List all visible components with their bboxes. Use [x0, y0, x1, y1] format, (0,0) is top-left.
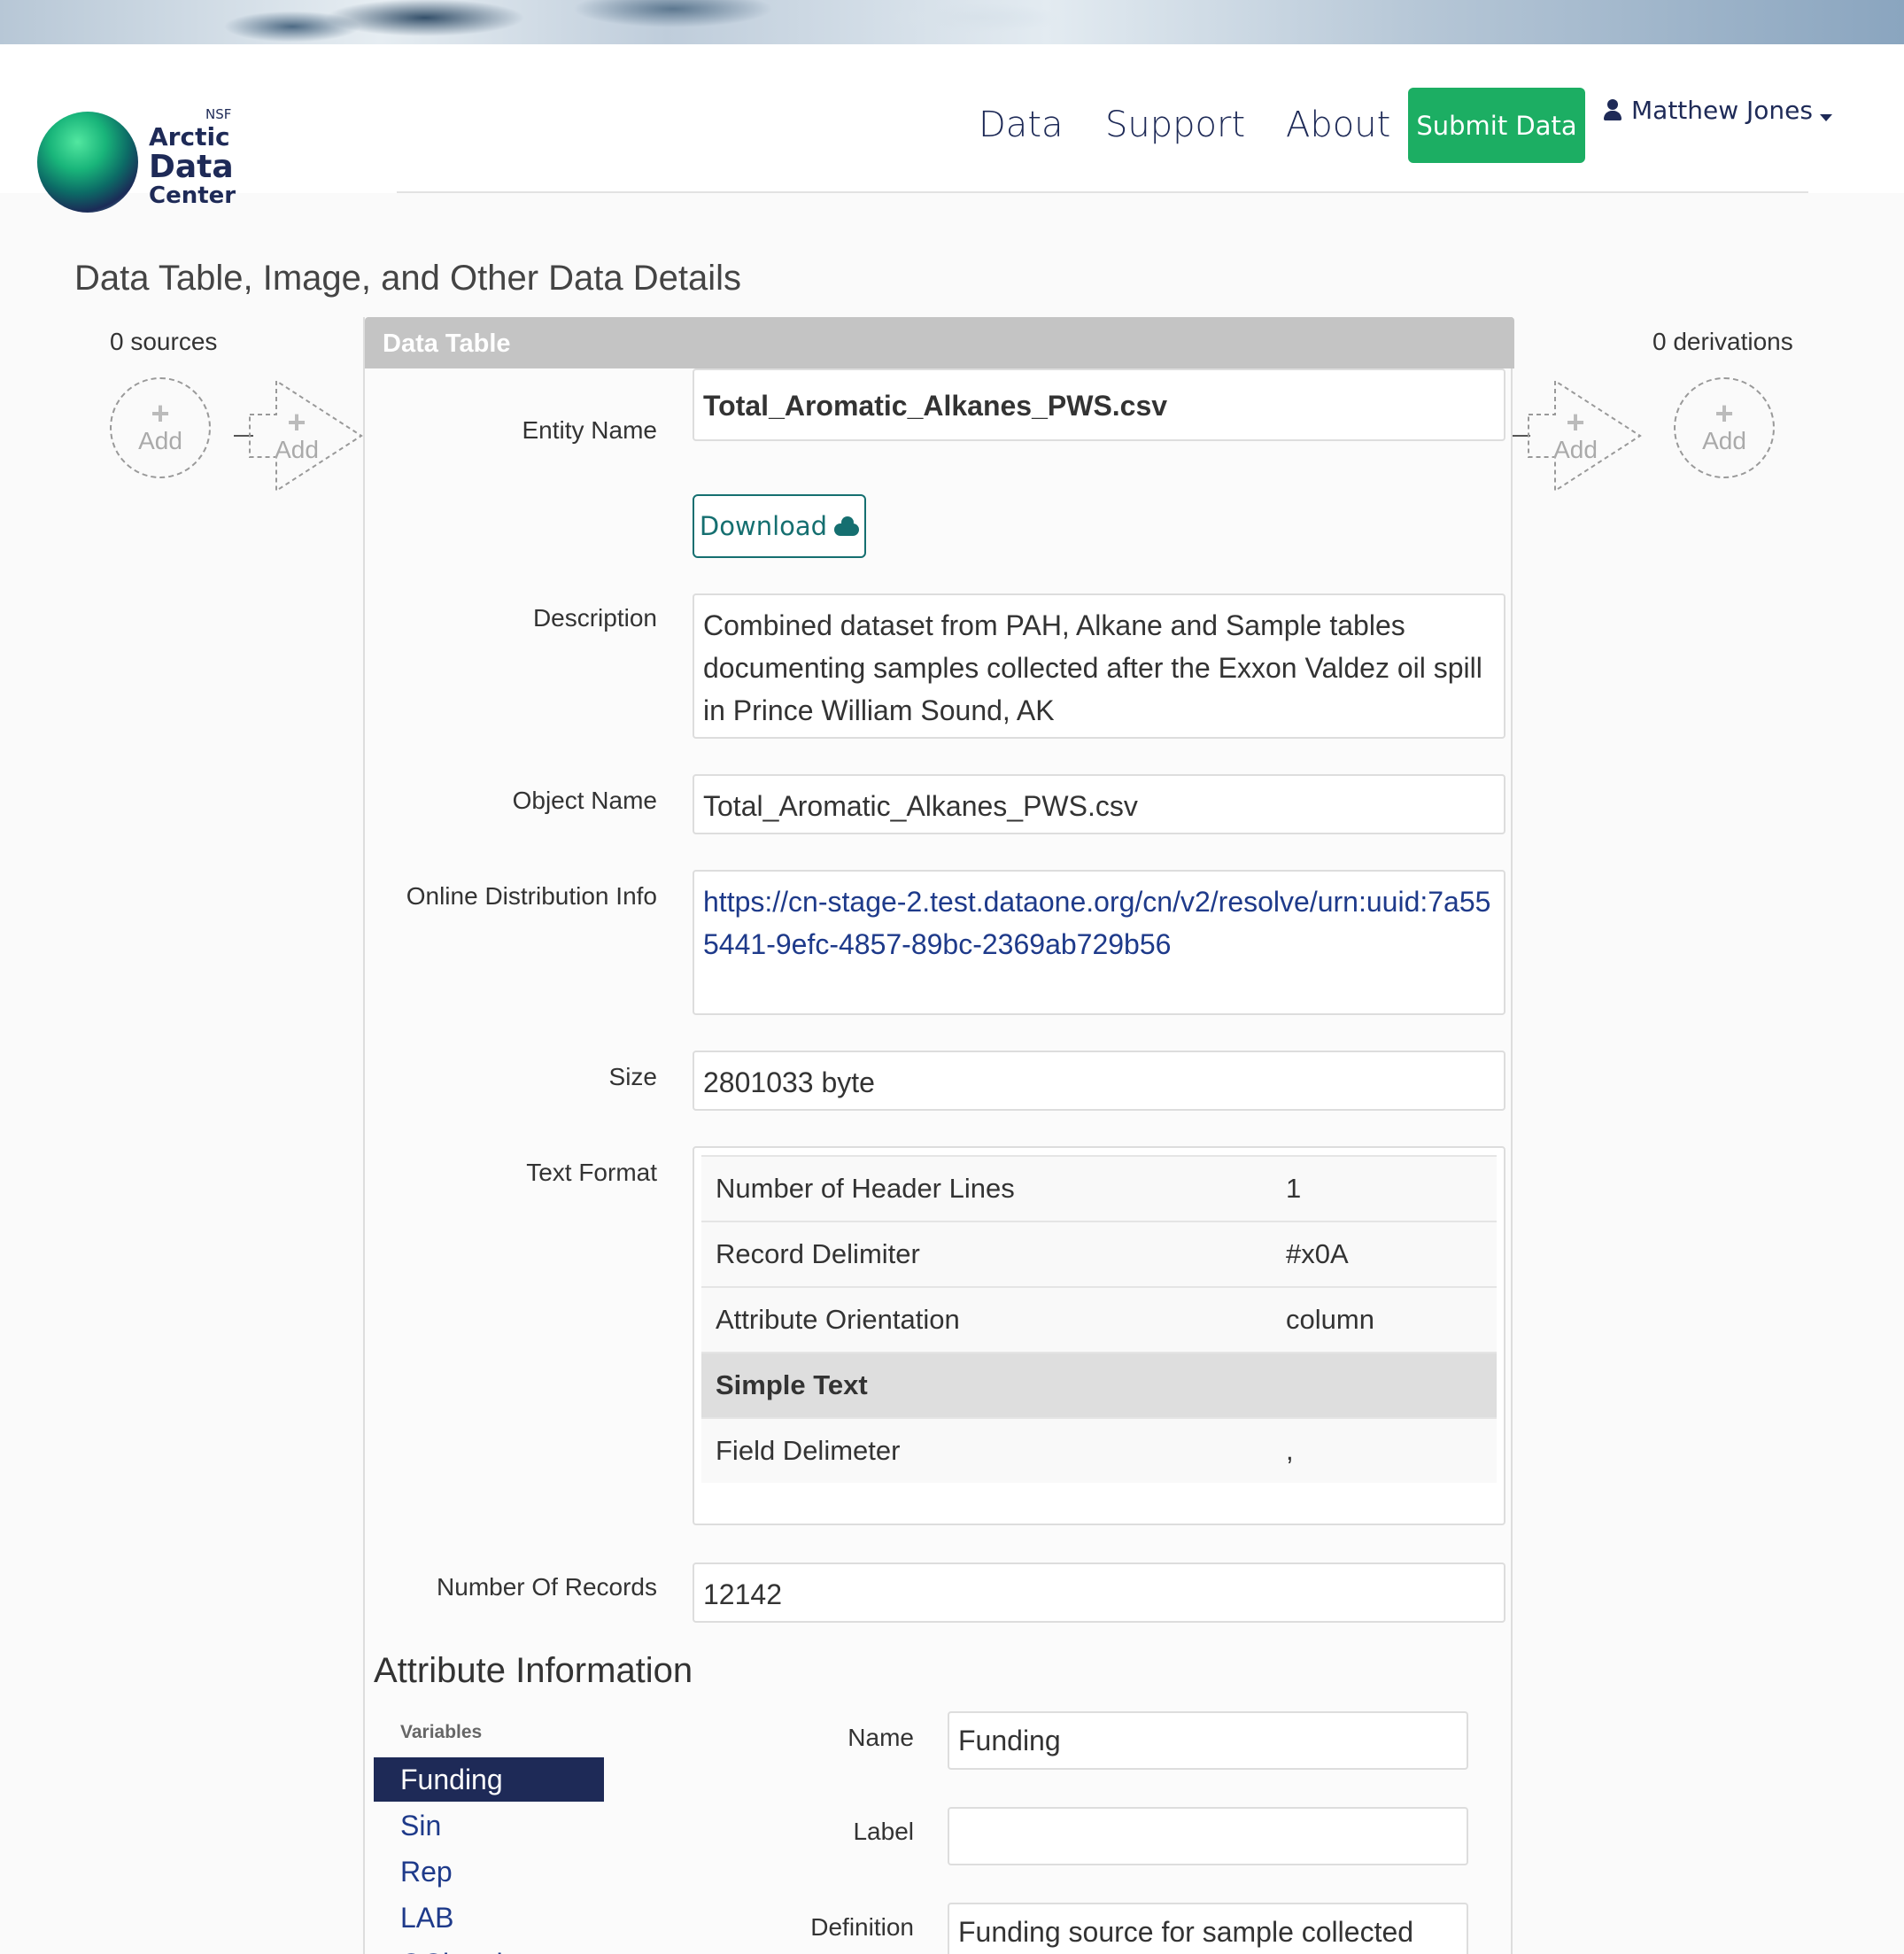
- user-name: Matthew Jones: [1631, 96, 1813, 125]
- page-title: Data Table, Image, and Other Data Detail…: [74, 259, 742, 298]
- number-of-records-value: 12142: [693, 1562, 1505, 1623]
- variable-item-rep[interactable]: Rep: [374, 1849, 604, 1894]
- table-row: Number of Header Lines 1: [701, 1155, 1497, 1221]
- add-derivation-button[interactable]: + Add: [1674, 377, 1775, 478]
- user-icon: [1603, 98, 1622, 122]
- header-banner-image: [0, 0, 1904, 44]
- object-name-value: Total_Aromatic_Alkanes_PWS.csv: [693, 774, 1505, 834]
- add-label: Add: [1702, 427, 1746, 454]
- table-cell-key: Number of Header Lines: [716, 1173, 1015, 1204]
- attribute-label-label: Label: [853, 1818, 914, 1845]
- entity-name-label: Entity Name: [522, 416, 658, 444]
- sources-count: 0 sources: [110, 328, 218, 355]
- text-format-table: Number of Header Lines 1 Record Delimite…: [693, 1146, 1505, 1525]
- nav-data-link[interactable]: Data: [979, 105, 1064, 145]
- variable-item-lab[interactable]: LAB: [374, 1896, 604, 1940]
- section-title: Simple Text: [716, 1369, 868, 1400]
- table-row: Record Delimiter #x0A: [701, 1221, 1497, 1286]
- plus-icon: +: [1714, 395, 1734, 431]
- logo-line-1: Arctic: [149, 122, 230, 151]
- online-distribution-label: Online Distribution Info: [406, 882, 657, 910]
- logo-nsf-text: NSF: [205, 106, 232, 122]
- download-button[interactable]: Download: [693, 494, 866, 558]
- table-row: Attribute Orientation column: [701, 1286, 1497, 1352]
- number-of-records-label: Number Of Records: [437, 1573, 657, 1601]
- nav-support-link[interactable]: Support: [1105, 105, 1245, 145]
- panel-title: Data Table: [383, 330, 511, 358]
- add-source-button[interactable]: + Add: [110, 377, 211, 478]
- logo-emblem-icon: [37, 112, 138, 213]
- arctic-data-center-logo[interactable]: NSF Arctic Data Center: [37, 78, 241, 213]
- plus-icon: +: [287, 404, 306, 440]
- table-cell-key: Attribute Orientation: [716, 1304, 960, 1335]
- cloud-download-icon: [834, 516, 860, 536]
- attribute-definition-value: Funding source for sample collected: [948, 1903, 1468, 1954]
- attribute-name-value: Funding: [948, 1711, 1468, 1770]
- nav-item-support[interactable]: Support: [1105, 105, 1245, 145]
- variable-item-funding[interactable]: Funding: [374, 1757, 604, 1802]
- description-label: Description: [532, 604, 657, 632]
- caret-down-icon: [1820, 113, 1832, 121]
- size-value: 2801033 byte: [693, 1051, 1505, 1111]
- variables-label: Variables: [400, 1722, 483, 1742]
- nav-item-about[interactable]: About: [1286, 105, 1390, 145]
- attribute-information-title: Attribute Information: [374, 1651, 693, 1690]
- object-name-label: Object Name: [512, 787, 657, 814]
- site-header: NSF Arctic Data Center Data Support Abou…: [0, 44, 1904, 213]
- data-table-panel: Data Table Entity Name Total_Aromatic_Al…: [363, 317, 1514, 1954]
- distribution-url-link[interactable]: https://cn-stage-2.test.dataone.org/cn/v…: [703, 886, 1490, 960]
- submit-data-button[interactable]: Submit Data: [1408, 88, 1585, 163]
- nav-item-data[interactable]: Data: [979, 105, 1064, 145]
- logo-line-3: Center: [149, 182, 236, 209]
- derivations-count: 0 derivations: [1652, 328, 1793, 355]
- attribute-name-label: Name: [848, 1724, 914, 1751]
- plus-icon: +: [1566, 404, 1585, 440]
- variable-item-sin[interactable]: Sin: [374, 1803, 604, 1848]
- variable-item-qcbatch[interactable]: QCbatch: [374, 1942, 604, 1954]
- table-row: Field Delimeter ,: [701, 1417, 1497, 1483]
- header-divider: [397, 191, 1808, 193]
- add-label: Add: [138, 427, 182, 454]
- nav-about-link[interactable]: About: [1286, 105, 1390, 145]
- logo-line-2: Data: [149, 149, 234, 185]
- panel-header: Data Table: [365, 317, 1514, 368]
- attribute-label-value: [948, 1807, 1468, 1865]
- text-format-label: Text Format: [526, 1159, 657, 1186]
- add-derivation-program-button[interactable]: + Add: [1527, 379, 1642, 494]
- table-cell-key: Record Delimiter: [716, 1238, 920, 1269]
- table-section-header: Simple Text: [701, 1352, 1497, 1417]
- table-cell-value: #x0A: [1286, 1238, 1349, 1269]
- user-menu[interactable]: Matthew Jones: [1603, 96, 1832, 125]
- table-cell-key: Field Delimeter: [716, 1435, 901, 1466]
- attribute-definition-label: Definition: [810, 1913, 914, 1941]
- plus-icon: +: [151, 395, 170, 431]
- size-label: Size: [608, 1063, 657, 1090]
- table-cell-value: ,: [1286, 1435, 1294, 1466]
- description-value: Combined dataset from PAH, Alkane and Sa…: [693, 593, 1505, 739]
- add-source-program-button[interactable]: + Add: [248, 379, 363, 494]
- table-cell-value: column: [1286, 1304, 1374, 1335]
- download-label: Download: [699, 511, 828, 541]
- add-label: Add: [1553, 436, 1598, 463]
- online-distribution-value: https://cn-stage-2.test.dataone.org/cn/v…: [693, 870, 1505, 1015]
- entity-name-value: Total_Aromatic_Alkanes_PWS.csv: [693, 368, 1505, 441]
- table-cell-value: 1: [1286, 1173, 1302, 1204]
- add-label: Add: [275, 436, 319, 463]
